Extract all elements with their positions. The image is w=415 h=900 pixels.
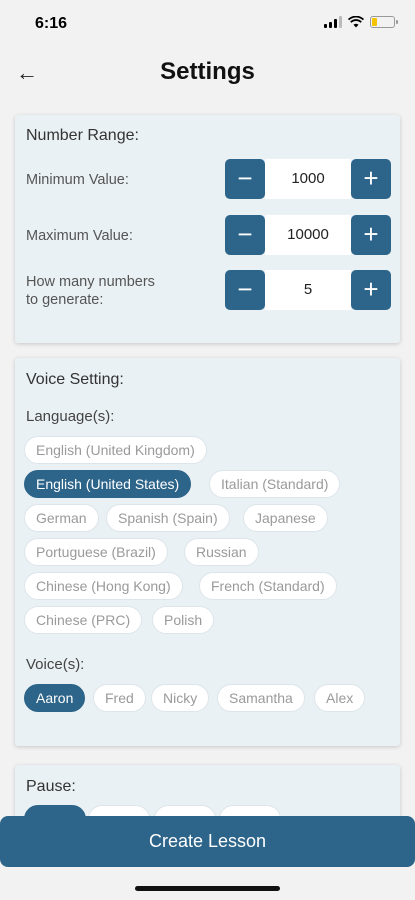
min-value-field[interactable]: 1000	[265, 159, 351, 199]
language-chip[interactable]: English (United Kingdom)	[24, 436, 207, 464]
status-icons	[324, 16, 398, 28]
status-time: 6:16	[35, 15, 68, 32]
status-bar: 6:16	[0, 0, 415, 46]
max-increment-button[interactable]: +	[351, 215, 391, 255]
language-chip[interactable]: Polish	[152, 606, 215, 634]
languages-label: Language(s):	[26, 408, 115, 425]
min-value-stepper: − 1000 +	[225, 159, 391, 199]
voice-chip[interactable]: Samantha	[217, 684, 305, 712]
pause-title: Pause:	[26, 778, 76, 795]
max-value-label: Maximum Value:	[26, 228, 133, 244]
language-chip[interactable]: Chinese (Hong Kong)	[24, 572, 183, 600]
count-label-line1: How many numbers	[26, 274, 155, 290]
create-lesson-button[interactable]: Create Lesson	[0, 816, 415, 867]
min-increment-button[interactable]: +	[351, 159, 391, 199]
battery-icon	[370, 16, 398, 28]
number-range-card: Number Range: Minimum Value: − 1000 + Ma…	[15, 115, 400, 343]
min-decrement-button[interactable]: −	[225, 159, 265, 199]
count-label-line2: to generate:	[26, 292, 104, 308]
language-chip[interactable]: Portuguese (Brazil)	[24, 538, 168, 566]
language-chip[interactable]: Italian (Standard)	[209, 470, 341, 498]
min-value-label: Minimum Value:	[26, 172, 129, 188]
home-indicator	[135, 886, 280, 891]
page-title: Settings	[160, 58, 255, 85]
max-value-field[interactable]: 10000	[265, 215, 351, 255]
voices-label: Voice(s):	[26, 656, 85, 673]
voice-setting-card: Voice Setting: Language(s): English (Uni…	[15, 358, 400, 746]
language-chip[interactable]: French (Standard)	[199, 572, 337, 600]
language-chip-selected[interactable]: English (United States)	[24, 470, 192, 498]
max-value-stepper: − 10000 +	[225, 215, 391, 255]
voice-chip[interactable]: Alex	[314, 684, 366, 712]
max-decrement-button[interactable]: −	[225, 215, 265, 255]
count-label: How many numbers to generate:	[26, 273, 155, 309]
signal-icon	[324, 16, 342, 28]
voice-chip[interactable]: Nicky	[151, 684, 210, 712]
count-increment-button[interactable]: +	[351, 270, 391, 310]
count-value-field[interactable]: 5	[265, 270, 351, 310]
voice-setting-title: Voice Setting:	[26, 371, 124, 388]
language-chip[interactable]: German	[24, 504, 99, 532]
language-chip[interactable]: Chinese (PRC)	[24, 606, 143, 634]
voice-chip-selected[interactable]: Aaron	[24, 684, 86, 712]
language-chip[interactable]: Russian	[184, 538, 259, 566]
header: ← Settings	[0, 50, 415, 95]
count-decrement-button[interactable]: −	[225, 270, 265, 310]
wifi-icon	[348, 16, 364, 28]
language-chip[interactable]: Japanese	[243, 504, 328, 532]
count-stepper: − 5 +	[225, 270, 391, 310]
voice-chip[interactable]: Fred	[93, 684, 146, 712]
number-range-title: Number Range:	[26, 127, 139, 144]
language-chip[interactable]: Spanish (Spain)	[106, 504, 230, 532]
